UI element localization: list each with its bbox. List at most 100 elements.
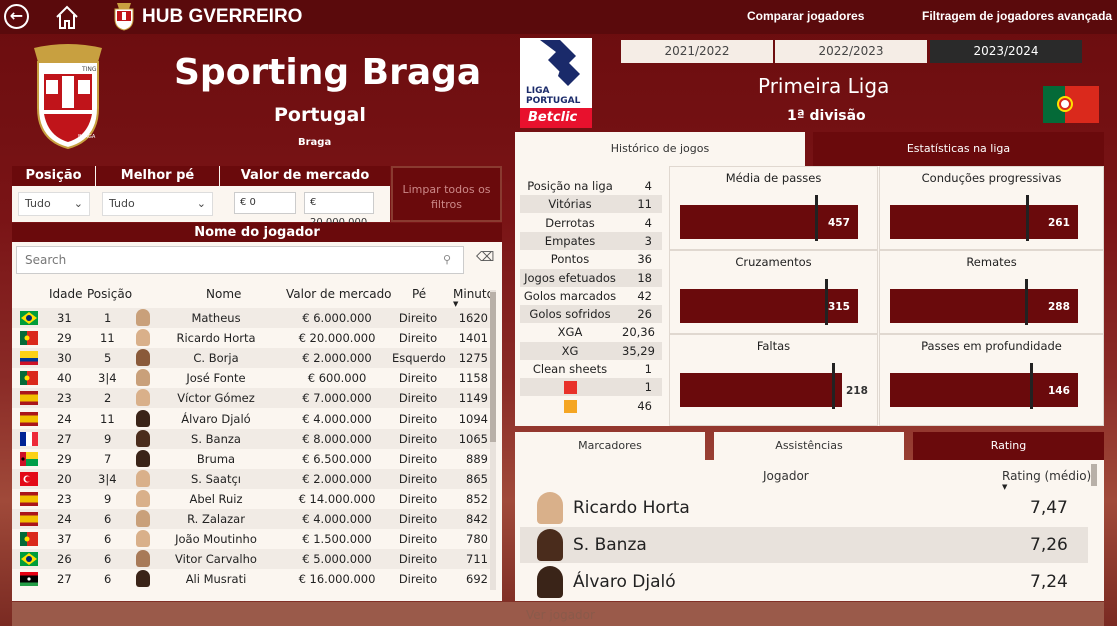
cell-posicao: 6 — [104, 572, 112, 587]
league-average-marker — [1025, 279, 1028, 325]
season-2021-button[interactable]: 2021/2022 — [621, 40, 773, 63]
cell-nome: Abel Ruiz — [189, 491, 243, 506]
player-avatar — [136, 429, 150, 447]
cell-valor: € 4.000.000 — [302, 512, 372, 526]
player-avatar — [136, 510, 150, 527]
rating-value: 7,26 — [1030, 535, 1068, 555]
rating-row[interactable]: Ricardo Horta 7,47 — [520, 490, 1088, 526]
rating-player-name: Álvaro Djaló — [573, 572, 676, 592]
yellow-card-icon — [564, 399, 577, 413]
cell-nome: Ali Musrati — [185, 572, 247, 587]
tab-assistencias[interactable]: Assistências — [714, 432, 904, 460]
table-row[interactable]: 40 3|4 José Fonte € 600.000 Direito 1158 — [12, 368, 492, 389]
history-label: Empates — [544, 233, 596, 248]
col-idade[interactable]: Idade — [49, 287, 83, 301]
history-row: Clean sheets 1 — [520, 360, 662, 378]
col-minuto[interactable]: Minuto — [453, 287, 494, 301]
search-placeholder: Search — [25, 253, 67, 267]
max-value-input[interactable]: € 20.000.000 — [304, 192, 374, 228]
compare-players-link[interactable]: Comparar jogadores — [747, 9, 864, 23]
cell-valor: € 600.000 — [307, 371, 367, 386]
league-average-marker — [832, 363, 835, 409]
table-row[interactable]: 37 6 João Moutinho € 1.500.000 Direito 780 — [12, 529, 492, 550]
metric-value: 315 — [828, 301, 850, 313]
table-row[interactable]: 23 9 Abel Ruiz € 14.000.000 Direito 852 — [12, 488, 492, 509]
history-value: 20,36 — [622, 325, 655, 340]
cell-posicao: 5 — [104, 351, 112, 366]
history-label: XG — [561, 343, 579, 358]
position-filter-label: Posição — [12, 166, 95, 186]
tab-rating[interactable]: Rating — [913, 432, 1104, 460]
cell-nome: Matheus — [191, 311, 241, 325]
cell-minuto: 1620 — [458, 311, 488, 325]
table-row[interactable]: 30 5 C. Borja € 2.000.000 Esquerdo 1275 — [12, 348, 492, 369]
history-row: Golos marcados 42 — [520, 287, 662, 305]
club-city: Braga — [298, 137, 332, 148]
rating-scrollbar[interactable] — [1091, 464, 1097, 486]
home-icon[interactable] — [54, 4, 80, 30]
player-avatar — [136, 550, 150, 568]
rating-row[interactable]: Álvaro Djaló 7,24 — [520, 564, 1088, 600]
table-row[interactable]: 29 11 Ricardo Horta € 20.000.000 Direito 1401 — [12, 328, 492, 349]
foot-dropdown[interactable]: Tudo ⌄ — [102, 192, 213, 216]
player-table: Idade Posição Nome Valor de mercado Pé M… — [12, 280, 502, 601]
table-row[interactable]: 26 6 Vitor Carvalho € 5.000.000 Direito 711 — [12, 549, 492, 570]
table-row[interactable]: 31 1 Matheus € 6.000.000 Direito 1620 — [12, 308, 492, 328]
cell-valor: € 4.000.000 — [302, 411, 372, 426]
table-row[interactable]: 27 6 Ali Musrati € 16.000.000 Direito 692 — [12, 569, 492, 590]
history-row: XG 35,29 — [520, 341, 662, 360]
league-name: Primeira Liga — [758, 74, 890, 98]
table-row[interactable]: 27 9 S. Banza € 8.000.000 Direito 1065 — [12, 428, 492, 449]
season-2023-button[interactable]: 2023/2024 — [930, 40, 1082, 63]
rating-row[interactable]: S. Banza 7,26 — [520, 527, 1088, 563]
col-rating[interactable]: Rating (médio) — [1002, 469, 1091, 483]
player-avatar — [136, 309, 150, 326]
cell-pe: Direito — [398, 311, 438, 325]
season-2022-button[interactable]: 2022/2023 — [775, 40, 927, 63]
history-value: 11 — [637, 197, 652, 212]
cell-idade: 20 — [57, 471, 72, 486]
col-nome[interactable]: Nome — [206, 287, 241, 301]
history-label: Golos marcados — [523, 288, 617, 303]
col-valor[interactable]: Valor de mercado — [286, 287, 392, 301]
table-row[interactable]: 20 3|4 S. Saatçı € 2.000.000 Direito 865 — [12, 468, 492, 489]
advanced-filter-link[interactable]: Filtragem de jogadores avançada — [922, 9, 1112, 23]
col-posicao[interactable]: Posição — [87, 287, 132, 301]
table-scrollbar-thumb[interactable] — [490, 292, 496, 442]
ver-jogador-button[interactable]: Ver jogador — [526, 608, 595, 622]
cell-pe: Direito — [398, 512, 438, 526]
col-pe[interactable]: Pé — [412, 287, 426, 301]
cell-minuto: 852 — [466, 491, 488, 506]
tab-marcadores[interactable]: Marcadores — [515, 432, 705, 460]
portugal-flag-icon — [1043, 86, 1099, 123]
cell-posicao: 6 — [104, 512, 112, 526]
history-label: Golos sofridos — [529, 307, 611, 322]
cell-idade: 29 — [57, 331, 72, 346]
position-dropdown[interactable]: Tudo ⌄ — [18, 192, 90, 216]
history-value: 4 — [644, 179, 652, 193]
table-row[interactable]: 24 11 Álvaro Djaló € 4.000.000 Direito 1094 — [12, 408, 492, 429]
tab-estatisticas[interactable]: Estatísticas na liga — [813, 132, 1104, 166]
player-name-header: Nome do jogador — [12, 223, 502, 242]
history-row: Golos sofridos 26 — [520, 305, 662, 324]
clear-filters-button[interactable]: Limpar todos os filtros — [391, 166, 502, 222]
player-search-input[interactable]: Search ⚲ — [16, 246, 464, 274]
table-row[interactable]: 29 7 Bruma € 6.500.000 Direito 889 — [12, 448, 492, 469]
search-panel: Search ⚲ ⌫ — [12, 242, 502, 280]
crest-text: TING — [81, 66, 97, 73]
cell-minuto: 1401 — [458, 331, 488, 346]
player-avatar — [136, 530, 150, 548]
history-row: XGA 20,36 — [520, 323, 662, 341]
player-avatar — [136, 449, 150, 467]
history-label: XGA — [557, 325, 583, 340]
tab-historico[interactable]: Histórico de jogos — [515, 132, 805, 166]
back-arrow-icon[interactable]: ← — [4, 4, 29, 29]
history-row: Derrotas 4 — [520, 214, 662, 232]
min-value-input[interactable]: € 0 — [234, 192, 296, 214]
cell-pe: Direito — [398, 431, 438, 446]
cell-valor: € 5.000.000 — [302, 552, 372, 567]
table-row[interactable]: 23 2 Víctor Gómez € 7.000.000 Direito 1149 — [12, 388, 492, 409]
league-logo: LIGA PORTUGAL Betclic — [520, 38, 592, 128]
eraser-icon[interactable]: ⌫ — [476, 250, 494, 268]
table-row[interactable]: 24 6 R. Zalazar € 4.000.000 Direito 842 — [12, 509, 492, 529]
